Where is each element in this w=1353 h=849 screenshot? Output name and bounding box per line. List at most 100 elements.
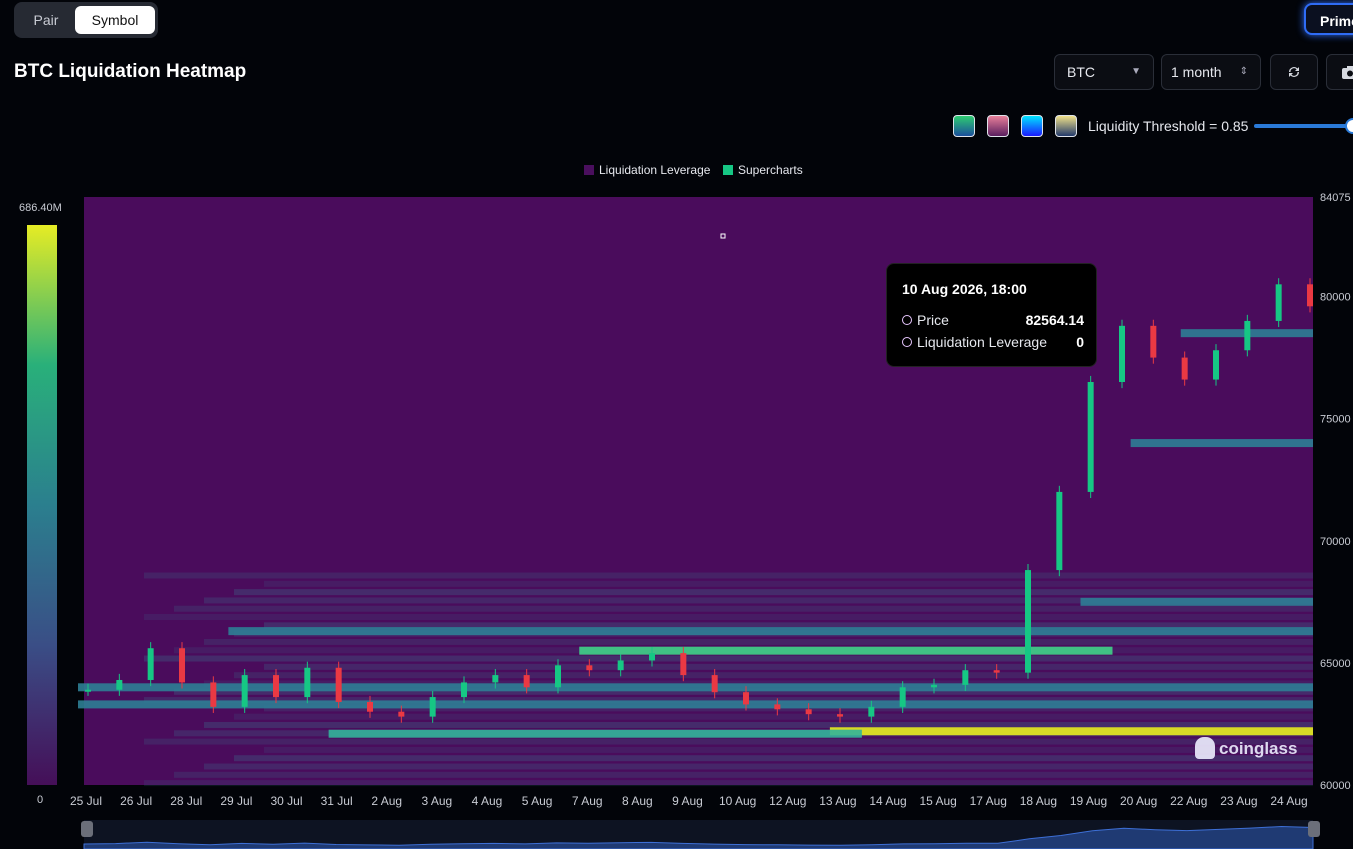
range-select[interactable]: 1 month ⇕ — [1161, 54, 1261, 90]
x-tick-label: 22 Aug — [1170, 794, 1207, 808]
price-candle — [461, 682, 467, 698]
price-candle — [1244, 320, 1251, 351]
x-tick-label: 30 Jul — [270, 794, 302, 808]
x-tick-label: 13 Aug — [819, 794, 856, 808]
x-tick-label: 31 Jul — [321, 794, 353, 808]
legend-label: Liquidation Leverage — [599, 163, 711, 177]
liquidation-band — [1130, 439, 1313, 448]
price-candle — [617, 660, 624, 671]
palette-swatch-cividis[interactable] — [1055, 115, 1077, 137]
chevron-down-icon: ▼ — [1131, 66, 1141, 77]
heatmap-cell-row — [204, 638, 1313, 645]
legend-item-liquidation-leverage[interactable]: Liquidation Leverage — [584, 163, 710, 177]
x-tick-label: 23 Aug — [1220, 794, 1257, 808]
x-tick-label: 3 Aug — [422, 794, 453, 808]
heatmap-cell-row — [204, 763, 1313, 770]
price-candle — [774, 704, 781, 710]
price-candle — [837, 714, 843, 717]
palette-swatch-viridis[interactable] — [953, 115, 975, 137]
page-title: BTC Liquidation Heatmap — [14, 61, 247, 82]
threshold-slider-track[interactable] — [1254, 124, 1353, 128]
liquidation-band — [328, 729, 862, 738]
heatmap-cell-row — [174, 771, 1313, 778]
prime-button[interactable]: Prime — [1304, 3, 1353, 35]
liquidation-heatmap-chart[interactable]: 84075 80000 75000 70000 65000 60000 25 Jul 26 J… — [0, 180, 1353, 849]
x-tick-label: 25 Jul — [70, 794, 102, 808]
x-tick-label: 14 Aug — [869, 794, 906, 808]
price-candle — [116, 679, 123, 690]
price-candle — [398, 711, 405, 717]
refresh-icon — [1289, 67, 1299, 77]
x-tick-label: 24 Aug — [1270, 794, 1307, 808]
price-candle — [1181, 357, 1188, 380]
liquidity-threshold-label: Liquidity Threshold = 0.85 — [1088, 118, 1249, 134]
price-candle — [179, 648, 185, 683]
chart-tooltip: 10 Aug 2026, 18:00 Price 82564.14 Liquid… — [886, 263, 1097, 367]
tooltip-title: 10 Aug 2026, 18:00 — [902, 281, 1027, 297]
tooltip-price-value: 82564.14 — [1025, 312, 1084, 328]
tooltip-leverage-value: 0 — [1076, 334, 1084, 350]
y-tick-label: 75000 — [1320, 414, 1351, 426]
heatmap-cell-row — [144, 614, 1313, 621]
x-tick-label: 20 Aug — [1120, 794, 1157, 808]
liquidation-band — [78, 700, 1313, 709]
tooltip-price-label: Price — [917, 312, 949, 328]
price-candle — [1150, 325, 1157, 358]
x-tick-label: 7 Aug — [572, 794, 603, 808]
price-candle — [241, 675, 248, 707]
x-tick-label: 17 Aug — [970, 794, 1007, 808]
heatmap-background — [84, 197, 1313, 785]
watermark-text: coinglass — [1219, 739, 1298, 758]
tooltip-row-price: Price 82564.14 — [902, 312, 1084, 328]
navigator-handle-right[interactable] — [1308, 821, 1320, 837]
pair-symbol-toggle: Pair Symbol — [14, 2, 158, 38]
price-candle — [649, 653, 655, 661]
price-candle — [523, 675, 530, 688]
price-candle — [993, 670, 1000, 673]
price-candle — [555, 665, 561, 688]
price-candle — [962, 670, 969, 685]
y-tick-label: 80000 — [1320, 292, 1351, 304]
pair-tab[interactable]: Pair — [18, 6, 74, 34]
legend-label: Supercharts — [738, 163, 803, 177]
navigator-handle-left[interactable] — [81, 821, 93, 837]
price-candle — [492, 675, 499, 683]
camera-icon — [1342, 66, 1353, 79]
price-candle — [586, 665, 593, 671]
y-tick-label: 60000 — [1320, 780, 1351, 792]
x-tick-label: 28 Jul — [170, 794, 202, 808]
coinglass-logo-icon — [1195, 737, 1215, 759]
price-candle — [147, 648, 154, 680]
palette-swatch-magma[interactable] — [987, 115, 1009, 137]
price-candle — [210, 682, 217, 707]
heatmap-cell-row — [234, 713, 1313, 720]
symbol-tab[interactable]: Symbol — [75, 6, 155, 34]
heatmap-cell-row — [234, 589, 1313, 596]
screenshot-button[interactable] — [1326, 54, 1353, 90]
legend-swatch — [584, 165, 594, 175]
x-tick-label: 8 Aug — [622, 794, 653, 808]
updown-caret-icon: ⇕ — [1239, 66, 1248, 77]
palette-swatch-jet[interactable] — [1021, 115, 1043, 137]
threshold-slider-handle[interactable] — [1345, 118, 1353, 134]
x-tick-label: 19 Aug — [1070, 794, 1107, 808]
price-candle — [367, 701, 373, 712]
coin-select[interactable]: BTC ▼ — [1054, 54, 1154, 90]
legend-item-supercharts[interactable]: Supercharts — [723, 163, 803, 177]
refresh-button[interactable] — [1270, 54, 1318, 90]
x-tick-label: 18 Aug — [1020, 794, 1057, 808]
heatmap-cell-row — [234, 672, 1313, 679]
circle-icon — [902, 337, 912, 347]
x-tick-label: 4 Aug — [472, 794, 503, 808]
coinglass-watermark: coinglass — [1195, 737, 1297, 759]
price-candle — [304, 667, 311, 698]
price-candle — [680, 653, 687, 676]
heatmap-cell-row — [144, 738, 1313, 745]
price-candle — [1025, 570, 1031, 673]
price-candle — [1307, 284, 1313, 307]
heatmap-cell-row — [204, 721, 1313, 728]
heatmap-cell-row — [264, 580, 1313, 587]
liquidation-band — [228, 627, 1313, 636]
liquidation-band — [1080, 597, 1313, 606]
x-tick-label: 12 Aug — [769, 794, 806, 808]
